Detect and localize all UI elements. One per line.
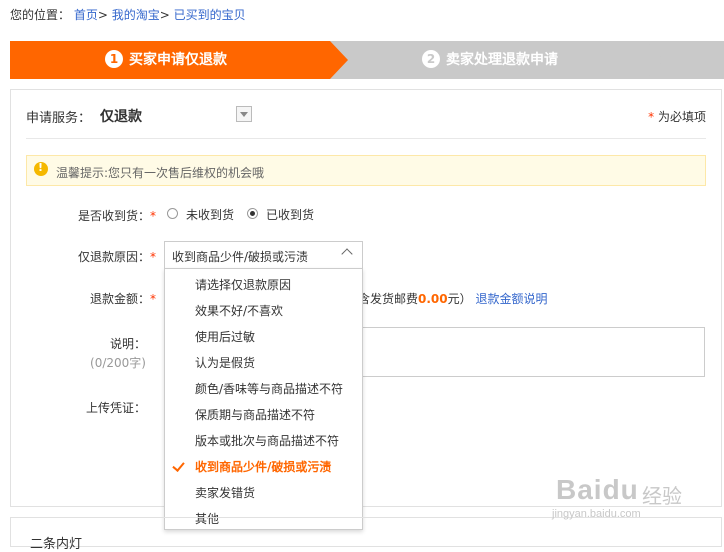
reason-label-text: 仅退款原因： — [77, 250, 150, 264]
baidu-watermark-text: 经验 — [642, 484, 682, 508]
step-2: 2 卖家处理退款申请 — [326, 41, 664, 79]
refund-amount-help-link[interactable]: 退款金额说明 — [475, 292, 547, 306]
tip-text: 温馨提示:您只有一次售后维权的机会哦 — [56, 166, 265, 180]
next-section-panel — [10, 517, 722, 547]
required-note-text: 为必填项 — [654, 110, 706, 124]
dropdown-option[interactable]: 保质期与商品描述不符 — [195, 406, 315, 423]
upload-label: 上传凭证： — [85, 401, 146, 415]
amount-fee-suffix: 元） — [447, 292, 472, 306]
step-2-number: 2 — [422, 49, 440, 68]
breadcrumb-separator: > — [159, 8, 170, 22]
radio-not-received-label[interactable]: 未收到货 — [186, 206, 234, 223]
dropdown-option[interactable]: 请选择仅退款原因 — [195, 276, 291, 293]
reason-select-value[interactable]: 收到商品少件/破损或污渍 — [172, 248, 308, 265]
step-2-label: 卖家处理退款申请 — [446, 52, 558, 68]
description-textarea[interactable] — [358, 327, 705, 377]
breadcrumb-separator: > — [97, 8, 108, 22]
reason-label: 仅退款原因：* — [36, 248, 156, 265]
breadcrumb: 您的位置： 首页> 我的淘宝> 已买到的宝贝 — [10, 6, 246, 23]
dropdown-option[interactable]: 认为是假货 — [195, 354, 255, 371]
baidu-watermark-url: jingyan.baidu.com — [552, 508, 641, 520]
dropdown-option[interactable]: 颜色/香味等与商品描述不符 — [195, 380, 343, 397]
amount-info: 含发货邮费0.00元） 退款金额说明 — [358, 290, 547, 307]
amount-fee-prefix: 含发货邮费 — [358, 292, 419, 306]
amount-label: 退款金额：* — [36, 290, 156, 307]
step-1-number: 1 — [105, 49, 123, 68]
divider — [26, 138, 706, 139]
step-1-label: 买家申请仅退款 — [129, 52, 227, 68]
description-char-count: (0/200字) — [90, 356, 146, 370]
dropdown-option[interactable]: 使用后过敏 — [195, 328, 255, 345]
radio-not-received[interactable] — [167, 208, 178, 219]
amount-fee-value: 0.00 — [418, 292, 448, 306]
required-note: * 为必填项 — [648, 108, 706, 125]
dropdown-option-selected[interactable]: 收到商品少件/破损或污渍 — [195, 458, 331, 475]
breadcrumb-home-link[interactable]: 首页 — [74, 8, 98, 22]
baidu-watermark-logo: Baidu — [556, 474, 639, 505]
required-star: * — [150, 292, 156, 306]
dropdown-option[interactable]: 版本或批次与商品描述不符 — [195, 432, 339, 449]
progress-steps: 2 卖家处理退款申请 1 买家申请仅退款 — [10, 41, 724, 79]
description-label: 说明： — [109, 337, 146, 351]
service-dropdown-arrow-icon[interactable] — [236, 106, 252, 122]
received-label: 是否收到货：* — [36, 207, 156, 224]
breadcrumb-prefix: 您的位置： — [10, 8, 71, 22]
breadcrumb-purchased-link[interactable]: 已买到的宝贝 — [174, 8, 246, 22]
next-section-title: 二条内灯 — [30, 537, 83, 552]
amount-label-text: 退款金额： — [89, 292, 150, 306]
dropdown-option[interactable]: 效果不好/不喜欢 — [195, 302, 283, 319]
required-star: * — [150, 250, 156, 264]
step-1-active: 1 买家申请仅退款 — [10, 41, 348, 79]
dropdown-option[interactable]: 卖家发错货 — [195, 484, 255, 501]
service-label: 申请服务： — [26, 111, 92, 126]
required-star: * — [150, 209, 156, 223]
radio-received[interactable] — [247, 208, 258, 219]
radio-received-label[interactable]: 已收到货 — [266, 206, 314, 223]
breadcrumb-my-taobao-link[interactable]: 我的淘宝 — [112, 8, 160, 22]
service-value: 仅退款 — [100, 109, 142, 125]
lightbulb-icon — [34, 161, 48, 176]
received-label-text: 是否收到货： — [77, 209, 150, 223]
